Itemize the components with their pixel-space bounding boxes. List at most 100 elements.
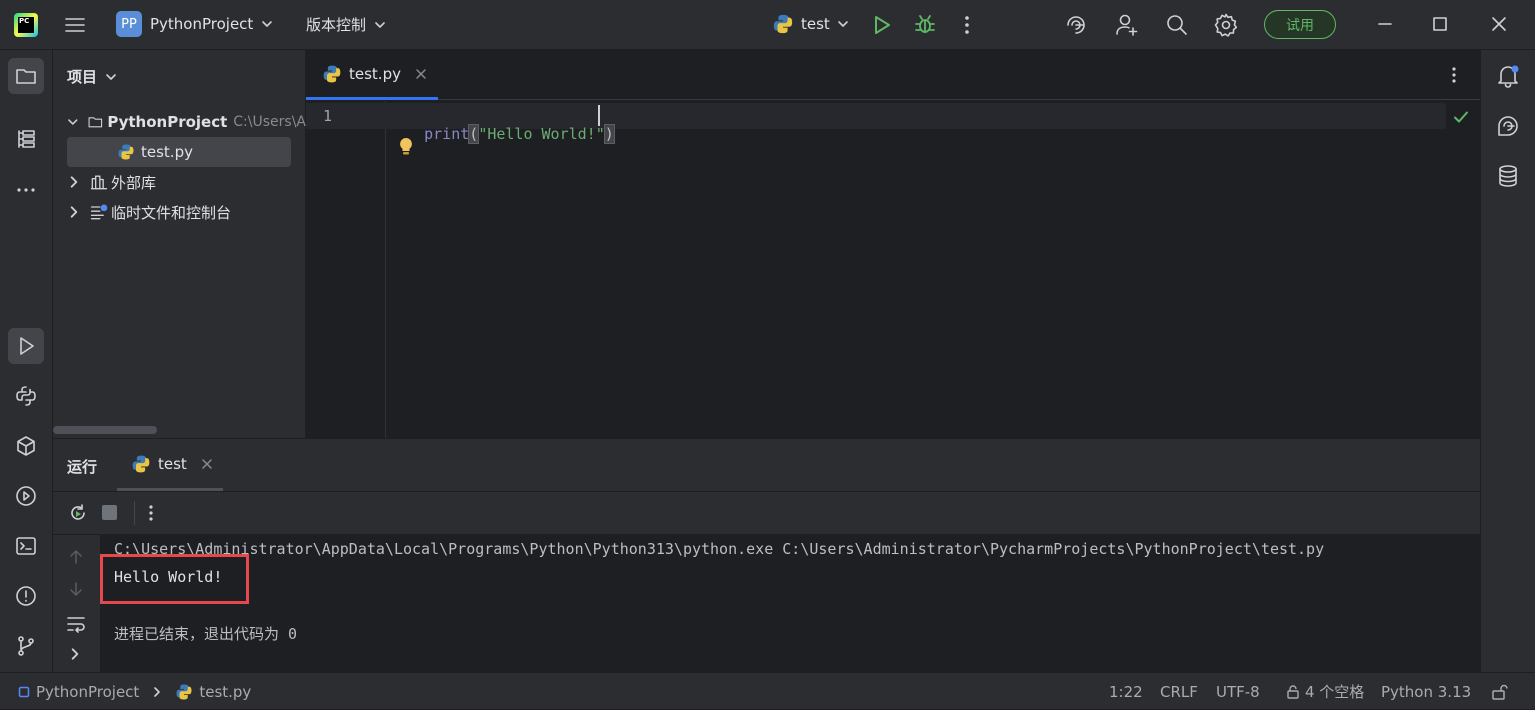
run-button[interactable]	[871, 13, 893, 37]
library-icon	[90, 175, 108, 190]
more-tools-icon[interactable]	[8, 172, 44, 208]
structure-tool-button[interactable]	[8, 121, 44, 157]
search-icon[interactable]	[1164, 12, 1190, 38]
expand-more-icon[interactable]	[68, 647, 82, 661]
project-name: PythonProject	[150, 15, 254, 33]
breadcrumb-file[interactable]: test.py	[199, 683, 251, 701]
database-icon	[1499, 165, 1517, 187]
project-badge: PP	[116, 11, 142, 37]
module-icon	[18, 686, 30, 697]
chevron-right-icon	[154, 686, 161, 697]
close-icon[interactable]	[414, 67, 428, 81]
python-file-icon	[323, 65, 341, 82]
line-separator[interactable]: CRLF	[1160, 673, 1198, 710]
project-widget[interactable]: PP PythonProject	[116, 11, 273, 37]
lock-open-icon	[1287, 684, 1299, 699]
right-tool-strip	[1480, 50, 1535, 672]
code-paren-close: )	[603, 124, 615, 144]
minimize-button[interactable]	[1375, 14, 1395, 34]
editor-tab-options-icon[interactable]	[1444, 65, 1464, 85]
caret-position[interactable]: 1:22	[1109, 673, 1143, 710]
editor-tab-bar	[306, 50, 1480, 100]
close-icon[interactable]	[200, 457, 214, 471]
python-file-icon	[132, 455, 150, 472]
editor: test.py 1 print("Hello World!")	[306, 50, 1480, 438]
close-window-button[interactable]	[1489, 14, 1509, 34]
root-project-name: PythonProject	[107, 113, 228, 131]
run-tool-button[interactable]	[8, 328, 44, 364]
ai-chat-icon	[1498, 116, 1518, 136]
highlight-box	[100, 554, 249, 604]
run-toolbar-separator	[134, 501, 135, 525]
stop-button[interactable]	[102, 505, 117, 520]
project-panel-title: 项目	[67, 68, 98, 86]
scratches-label: 临时文件和控制台	[111, 203, 232, 222]
status-bar: PythonProject test.py 1:22 CRLF UTF-8 4 …	[0, 672, 1535, 709]
indent-widget[interactable]: 4 个空格	[1285, 673, 1364, 710]
run-panel-title: 运行	[67, 458, 98, 476]
ai-chat-button[interactable]	[1490, 108, 1526, 144]
root-project-path: C:\Users\A	[233, 114, 306, 130]
tree-item-external-libs[interactable]: 外部库	[67, 167, 156, 197]
terminal-button[interactable]	[8, 528, 44, 564]
database-button[interactable]	[1490, 158, 1526, 194]
project-panel-header[interactable]: 项目	[67, 66, 117, 87]
code-func: print	[424, 125, 470, 143]
more-actions-icon[interactable]	[957, 13, 977, 37]
tree-item-scratches[interactable]: 临时文件和控制台	[67, 197, 231, 227]
add-user-icon[interactable]	[1114, 12, 1140, 38]
project-tool-button[interactable]	[8, 58, 44, 94]
logo-text: PC	[18, 17, 34, 33]
close-icon	[1492, 17, 1506, 31]
scroll-up-icon[interactable]	[66, 547, 86, 567]
pycharm-logo[interactable]: PC	[14, 13, 38, 37]
structure-icon	[18, 130, 35, 148]
interpreter-widget[interactable]: Python 3.13	[1381, 673, 1471, 710]
main-menu-icon[interactable]	[63, 13, 87, 37]
services-button[interactable]	[8, 478, 44, 514]
editor-tab-test-py[interactable]: test.py	[306, 50, 438, 100]
horizontal-scrollbar[interactable]	[53, 426, 157, 434]
intention-bulb-icon[interactable]	[396, 136, 416, 158]
settings-gear-icon[interactable]	[1213, 12, 1239, 38]
lock-open-icon	[1492, 684, 1508, 700]
soft-wrap-icon[interactable]	[65, 613, 87, 635]
tree-item-test-py[interactable]: test.py	[67, 137, 291, 167]
tree-root-project[interactable]: PythonProject C:\Users\A	[67, 107, 306, 137]
run-config-widget[interactable]: test	[772, 13, 849, 35]
read-only-toggle[interactable]	[1490, 673, 1508, 710]
terminal-icon	[16, 537, 36, 555]
file-name: test.py	[141, 143, 193, 161]
git-button[interactable]	[8, 628, 44, 664]
vcs-widget[interactable]: 版本控制	[306, 14, 386, 35]
python-console-button[interactable]	[8, 378, 44, 414]
code-string: "Hello World!"	[478, 125, 605, 143]
line-number: 1	[323, 107, 333, 125]
caret	[598, 105, 600, 126]
file-encoding[interactable]: UTF-8	[1216, 673, 1260, 710]
debug-button[interactable]	[913, 13, 937, 37]
run-more-icon[interactable]	[141, 503, 161, 523]
problems-button[interactable]	[8, 578, 44, 614]
code-line-1[interactable]: print("Hello World!")	[388, 107, 615, 161]
python-file-icon	[118, 144, 134, 160]
git-branch-icon	[18, 636, 34, 656]
maximize-button[interactable]	[1430, 14, 1450, 34]
inspection-ok-icon[interactable]	[1452, 108, 1470, 126]
notifications-button[interactable]	[1490, 58, 1526, 94]
rerun-button[interactable]	[67, 502, 89, 524]
vcs-label: 版本控制	[306, 16, 367, 34]
chevron-right-icon	[70, 206, 78, 218]
trial-button[interactable]: 试用	[1264, 10, 1336, 39]
python-packages-button[interactable]	[8, 428, 44, 464]
folder-icon	[16, 69, 36, 84]
folder-icon	[88, 117, 102, 128]
editor-tab-label: test.py	[349, 64, 401, 83]
chevron-down-icon	[106, 73, 116, 80]
run-tab-test[interactable]: test	[117, 439, 223, 491]
bell-icon	[1498, 65, 1519, 88]
run-tab-label: test	[158, 454, 187, 473]
scroll-down-icon[interactable]	[66, 579, 86, 599]
breadcrumb-project[interactable]: PythonProject	[36, 683, 139, 701]
ai-assistant-icon[interactable]	[1063, 12, 1089, 38]
